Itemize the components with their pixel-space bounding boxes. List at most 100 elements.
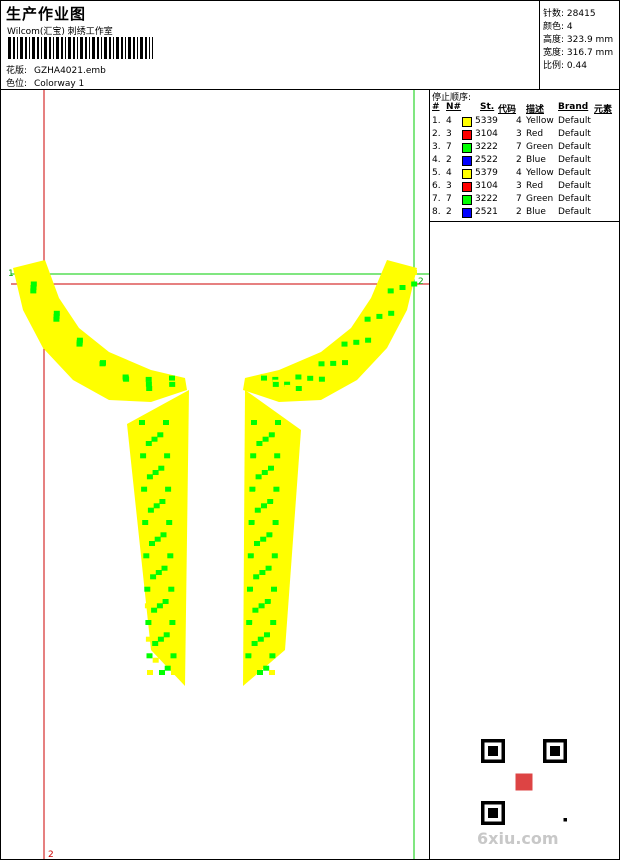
stop-index: 1. (432, 116, 441, 126)
stop-code: 4 (516, 116, 522, 126)
stop-brand: Default (558, 142, 591, 152)
stitch-block (266, 532, 273, 538)
stitch-block (265, 565, 272, 571)
stitch-block (254, 541, 260, 546)
stitch-block (256, 441, 263, 446)
stitch-block (267, 499, 274, 504)
stitch-block (76, 341, 83, 347)
panel-divider (430, 221, 620, 222)
stitch-block (307, 382, 314, 388)
stitch-block (274, 453, 281, 459)
stitch-block (253, 557, 260, 563)
stitch-block (268, 465, 274, 471)
stitch-block (250, 436, 257, 442)
stitch-block (160, 532, 167, 538)
stitch-block (152, 657, 159, 663)
stitch-block (353, 339, 360, 345)
stat-width: 宽度: 316.7 mm (543, 48, 614, 58)
collar-right-band (243, 260, 417, 402)
stitch-block (171, 670, 177, 675)
stitch-block (145, 636, 152, 642)
stop-row: 7. 7 3222 7 Green Default (430, 194, 620, 207)
col-index: # (432, 102, 440, 112)
qr-code (481, 739, 567, 825)
stitch-block (248, 520, 255, 525)
stitch-block (249, 503, 255, 509)
col-needle: N# (446, 102, 462, 112)
stop-stitch-count: 5339 (475, 116, 498, 126)
stop-code: 7 (516, 142, 522, 152)
production-sheet: 生产作业图 Wilcom(汇宝) 刺绣工作室 花版: GZHA4021.emb 色… (0, 0, 620, 860)
stitch-block (157, 379, 164, 385)
stitch-block (254, 524, 261, 530)
stitch-block (318, 361, 325, 367)
stitch-block (145, 376, 152, 382)
stat-height: 高度: 323.9 mm (543, 35, 614, 45)
stitch-block (274, 436, 281, 442)
stitch-block (264, 599, 271, 604)
stat-colors: 颜色: 4 (543, 22, 573, 32)
stitch-block (245, 670, 251, 675)
stitch-block (99, 361, 106, 367)
col-stitches: St. (480, 102, 495, 112)
stitch-block (245, 636, 252, 642)
color-swatch (462, 156, 472, 166)
stitch-block (142, 536, 149, 542)
stop-code: 2 (516, 155, 522, 165)
stitch-block (159, 515, 166, 521)
stitch-block (261, 503, 267, 509)
stitch-block (388, 310, 395, 316)
stitch-block (163, 632, 170, 638)
stitch-block (154, 536, 161, 542)
color-swatch (462, 130, 472, 140)
stop-needle: 7 (446, 142, 452, 152)
stitch-block (247, 570, 254, 575)
stitch-block (318, 369, 325, 375)
stitch-block (330, 352, 336, 358)
stitch-block (295, 374, 302, 380)
stitch-block (255, 491, 262, 496)
stitch-block (249, 486, 256, 492)
stitch-block (168, 586, 175, 592)
stitch-block (157, 620, 164, 625)
stitch-block (154, 520, 161, 525)
stitch-block (152, 641, 159, 646)
guide-label-2-bottom: 2 (48, 850, 54, 859)
embroidery-pattern (13, 260, 418, 686)
stitch-block (263, 420, 269, 425)
stitch-block (376, 324, 383, 330)
stitch-block (139, 436, 146, 442)
stitch-block (252, 591, 259, 596)
stitch-block (399, 296, 406, 302)
stitch-block (341, 341, 348, 347)
stitch-block (151, 420, 157, 425)
stitch-block (146, 457, 153, 463)
stitch-block (376, 313, 383, 319)
stitch-block (330, 369, 337, 375)
stitch-block (273, 470, 280, 475)
stitch-block (268, 432, 275, 438)
stitch-block (169, 620, 176, 625)
stitch-block (269, 653, 276, 659)
stitch-block (164, 665, 171, 671)
stitch-block (53, 316, 60, 322)
stitch-block (263, 649, 270, 654)
stitch-block (330, 360, 337, 366)
stop-index: 8. (432, 207, 441, 217)
watermark: 6xiu.com (477, 829, 559, 848)
stitch-block (251, 420, 257, 425)
stitch-block (122, 374, 129, 380)
stitch-block (150, 574, 157, 580)
stop-description: Yellow (526, 116, 554, 126)
stitch-block (158, 482, 165, 488)
stitch-block (162, 582, 169, 588)
stitch-block (145, 620, 152, 625)
stitch-block (143, 570, 150, 575)
stop-code: 4 (516, 168, 522, 178)
stitch-block (247, 553, 254, 559)
stop-description: Yellow (526, 168, 554, 178)
stitch-block (151, 436, 158, 442)
stitch-block (353, 329, 360, 335)
stitch-block (254, 507, 261, 513)
stitch-block (260, 536, 267, 542)
